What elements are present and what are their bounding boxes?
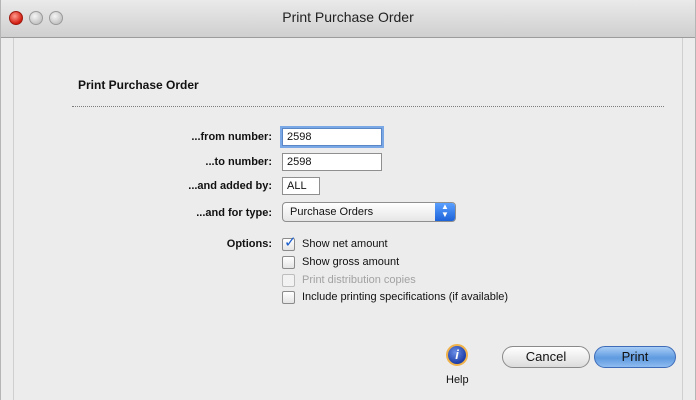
type-popup-button[interactable]: Purchase Orders ▲ ▼	[282, 202, 456, 222]
section-heading: Print Purchase Order	[78, 78, 199, 92]
from-number-label: ...from number:	[191, 131, 272, 143]
info-icon: i	[455, 347, 459, 362]
show-gross-amount-checkbox[interactable]	[282, 256, 295, 269]
cancel-button[interactable]: Cancel	[502, 346, 590, 368]
include-printing-specifications-checkbox[interactable]	[282, 291, 295, 304]
updown-arrows-icon: ▲ ▼	[435, 203, 455, 221]
type-popup-value: Purchase Orders	[290, 206, 374, 218]
print-distribution-copies-label: Print distribution copies	[302, 274, 416, 286]
to-number-field[interactable]: 2598	[282, 153, 382, 171]
checkmark-icon: ✓	[284, 234, 297, 251]
show-net-amount-label: Show net amount	[302, 238, 388, 250]
help-button[interactable]: i	[446, 344, 468, 366]
include-printing-specifications-label: Include printing specifications (if avai…	[302, 291, 509, 303]
show-gross-amount-label: Show gross amount	[302, 256, 400, 268]
to-number-label: ...to number:	[205, 156, 272, 168]
added-by-label: ...and added by:	[188, 180, 272, 192]
window-title: Print Purchase Order	[282, 9, 414, 25]
added-by-field[interactable]: ALL	[282, 177, 320, 195]
print-distribution-copies-checkbox	[282, 274, 295, 287]
from-number-field[interactable]: 2598	[282, 128, 382, 146]
show-net-amount-checkbox[interactable]: ✓	[282, 234, 297, 251]
help-label: Help	[446, 374, 469, 386]
type-label: ...and for type:	[196, 207, 272, 219]
title-bar[interactable]: Print Purchase Order	[1, 0, 695, 38]
print-button[interactable]: Print	[594, 346, 676, 368]
print-purchase-order-window: Print Purchase Order Print Purchase Orde…	[0, 0, 696, 400]
options-label: Options:	[226, 238, 272, 250]
dotted-divider	[72, 106, 664, 107]
dialog-content: Print Purchase Order ...from number: 259…	[13, 38, 683, 400]
